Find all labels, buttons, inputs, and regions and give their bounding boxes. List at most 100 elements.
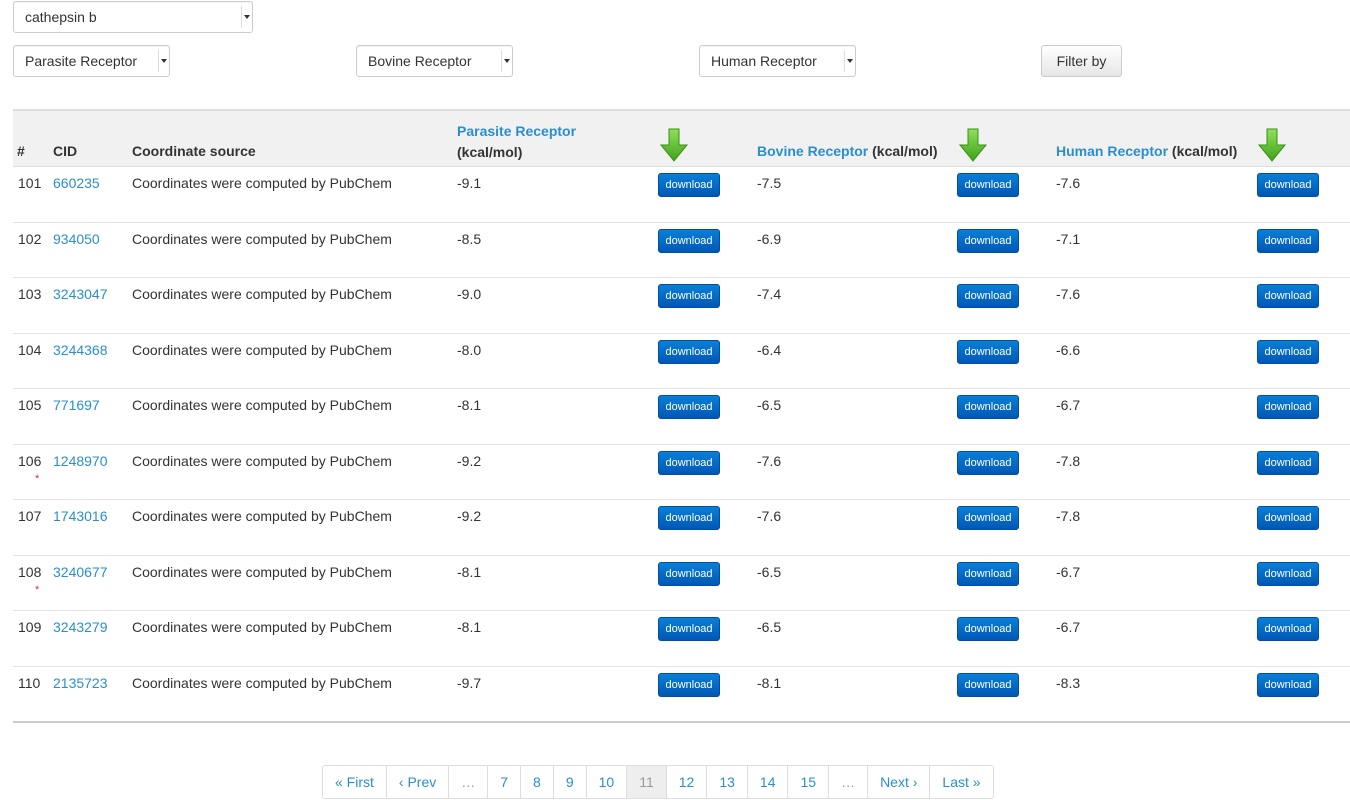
parasite-value: -8.1 xyxy=(457,397,482,413)
parasite-value: -9.2 xyxy=(457,452,482,469)
download-bovine-button[interactable]: download xyxy=(957,173,1019,197)
parasite-value: -9.2 xyxy=(457,508,482,524)
human-value: -7.6 xyxy=(1056,175,1081,191)
page-link[interactable]: Last » xyxy=(929,766,993,798)
download-human-button[interactable]: download xyxy=(1257,672,1319,697)
cid-link[interactable]: 2135723 xyxy=(53,675,108,691)
cid-link[interactable]: 934050 xyxy=(53,231,100,247)
download-bovine-button[interactable]: download xyxy=(957,506,1019,530)
table-row: 101 660235 Coordinates were computed by … xyxy=(13,167,1350,223)
coordinate-source: Coordinates were computed by PubChem xyxy=(132,563,392,580)
table-row: 105 771697 Coordinates were computed by … xyxy=(13,389,1350,445)
download-parasite-button[interactable]: download xyxy=(658,228,720,253)
bovine-value: -6.9 xyxy=(757,230,782,247)
cid-link[interactable]: 3244368 xyxy=(53,342,108,358)
cid-link[interactable]: 660235 xyxy=(53,175,100,191)
coordinate-source: Coordinates were computed by PubChem xyxy=(132,508,392,524)
download-parasite-button[interactable]: download xyxy=(658,506,720,530)
download-human-button[interactable]: download xyxy=(1257,450,1319,475)
download-human-button[interactable]: download xyxy=(1257,561,1319,586)
download-human-button[interactable]: download xyxy=(1257,339,1319,364)
download-parasite-button[interactable]: download xyxy=(658,450,720,475)
download-parasite-button[interactable]: download xyxy=(658,395,720,419)
coordinate-source: Coordinates were computed by PubChem xyxy=(132,230,392,247)
human-value: -7.8 xyxy=(1056,508,1081,524)
download-human-button[interactable]: download xyxy=(1257,228,1319,253)
download-bovine-button[interactable]: download xyxy=(957,561,1019,586)
compound-select[interactable]: cathepsin b xyxy=(13,1,253,33)
row-number: 106 xyxy=(18,452,42,469)
bovine-receptor-select[interactable]: Bovine Receptor xyxy=(356,45,513,77)
bovine-value: -7.5 xyxy=(757,175,782,191)
download-parasite-button[interactable]: download xyxy=(658,339,720,364)
human-value: -8.3 xyxy=(1056,674,1081,691)
download-bovine-button[interactable]: download xyxy=(957,672,1019,697)
download-bovine-button[interactable]: download xyxy=(957,228,1019,253)
human-unit: (kcal/mol) xyxy=(1171,143,1238,159)
page-link[interactable]: 7 xyxy=(487,766,521,798)
page-link[interactable]: 10 xyxy=(585,766,627,798)
cid-link[interactable]: 3243047 xyxy=(53,286,108,302)
filter-by-button[interactable]: Filter by xyxy=(1041,45,1122,77)
cid-link[interactable]: 3243279 xyxy=(53,619,108,635)
page-link[interactable]: 9 xyxy=(552,766,586,798)
coordinate-source: Coordinates were computed by PubChem xyxy=(132,674,392,691)
download-human-button[interactable]: download xyxy=(1257,284,1319,308)
cid-link[interactable]: 1743016 xyxy=(53,508,108,524)
coordinate-source: Coordinates were computed by PubChem xyxy=(132,452,392,469)
bovine-receptor-sort-link[interactable]: Bovine Receptor xyxy=(757,143,868,159)
header-num: # xyxy=(17,143,25,159)
download-all-parasite-icon[interactable] xyxy=(659,127,689,163)
bovine-value: -6.5 xyxy=(757,563,782,580)
human-receptor-sort-link[interactable]: Human Receptor xyxy=(1056,143,1168,159)
download-all-bovine-icon[interactable] xyxy=(958,127,988,163)
download-parasite-button[interactable]: download xyxy=(658,561,720,586)
parasite-receptor-sort-link[interactable]: Parasite Receptor xyxy=(457,123,576,139)
cid-link[interactable]: 1248970 xyxy=(53,453,108,469)
page-current: 11 xyxy=(626,766,666,798)
page-link[interactable]: Next › xyxy=(867,766,930,798)
table-row: 103 3243047 Coordinates were computed by… xyxy=(13,278,1350,334)
bovine-value: -7.4 xyxy=(757,286,782,302)
download-human-button[interactable]: download xyxy=(1257,395,1319,419)
download-all-human-icon[interactable] xyxy=(1257,127,1287,163)
bovine-value: -8.1 xyxy=(757,674,782,691)
page-link[interactable]: « First xyxy=(323,766,386,798)
page-link[interactable]: ‹ Prev xyxy=(385,766,449,798)
bovine-value: -7.6 xyxy=(757,508,782,524)
coordinate-source: Coordinates were computed by PubChem xyxy=(132,286,392,302)
header-human: Human Receptor (kcal/mol) xyxy=(1056,143,1237,159)
parasite-unit: (kcal/mol) xyxy=(457,144,523,160)
page-link[interactable]: 15 xyxy=(787,766,829,798)
download-bovine-button[interactable]: download xyxy=(957,284,1019,308)
download-human-button[interactable]: download xyxy=(1257,506,1319,530)
parasite-select-value: Parasite Receptor xyxy=(25,53,138,69)
download-parasite-button[interactable]: download xyxy=(658,173,720,197)
download-bovine-button[interactable]: download xyxy=(957,395,1019,419)
parasite-value: -8.1 xyxy=(457,619,482,635)
download-human-button[interactable]: download xyxy=(1257,173,1319,197)
download-parasite-button[interactable]: download xyxy=(658,284,720,308)
parasite-value: -8.5 xyxy=(457,230,482,247)
download-human-button[interactable]: download xyxy=(1257,617,1319,641)
parasite-receptor-select[interactable]: Parasite Receptor xyxy=(13,45,170,77)
download-bovine-button[interactable]: download xyxy=(957,450,1019,475)
table-header: # CID Coordinate source Parasite Recepto… xyxy=(13,111,1350,167)
cid-link[interactable]: 3240677 xyxy=(53,564,108,580)
human-value: -7.8 xyxy=(1056,452,1081,469)
bovine-unit: (kcal/mol) xyxy=(872,143,938,159)
bovine-value: -6.5 xyxy=(757,619,782,635)
cid-link[interactable]: 771697 xyxy=(53,397,100,413)
human-receptor-select[interactable]: Human Receptor xyxy=(699,45,856,77)
page-link[interactable]: 13 xyxy=(706,766,747,798)
header-coordinate-source: Coordinate source xyxy=(132,143,256,159)
download-bovine-button[interactable]: download xyxy=(957,339,1019,364)
download-parasite-button[interactable]: download xyxy=(658,617,720,641)
pagination: « First ‹ Prev… 7 8 9 10 11 12 13 14 15… Next › Last… xyxy=(322,765,994,799)
page-link[interactable]: 8 xyxy=(520,766,553,798)
bovine-value: -6.4 xyxy=(757,341,782,358)
page-link[interactable]: 14 xyxy=(746,766,788,798)
download-bovine-button[interactable]: download xyxy=(957,617,1019,641)
download-parasite-button[interactable]: download xyxy=(658,672,720,697)
page-link[interactable]: 12 xyxy=(665,766,707,798)
